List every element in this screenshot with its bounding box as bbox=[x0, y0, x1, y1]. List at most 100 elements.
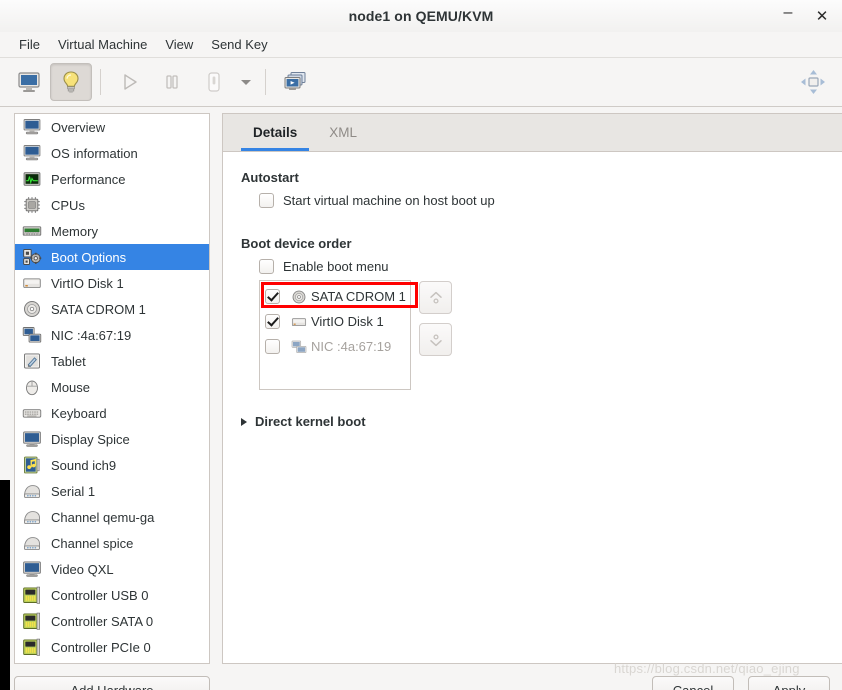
sidebar-item-memory[interactable]: Memory bbox=[15, 218, 209, 244]
show-details-button[interactable] bbox=[50, 63, 92, 101]
sidebar-item-nic-4a-67-19[interactable]: NIC :4a:67:19 bbox=[15, 322, 209, 348]
display-icon bbox=[22, 429, 44, 449]
boot-device-checkbox[interactable] bbox=[265, 289, 280, 304]
boot-device-label: VirtIO Disk 1 bbox=[311, 314, 384, 329]
show-console-button[interactable] bbox=[8, 63, 50, 101]
sidebar-item-mouse[interactable]: Mouse bbox=[15, 374, 209, 400]
sidebar-item-label: CPUs bbox=[51, 197, 85, 213]
sidebar-item-overview[interactable]: Overview bbox=[15, 114, 209, 140]
sidebar-item-label: VirtIO Disk 1 bbox=[51, 275, 124, 291]
sidebar-item-label: Sound ich9 bbox=[51, 457, 117, 473]
close-button[interactable]: ✕ bbox=[808, 3, 836, 29]
menubar: File Virtual Machine View Send Key bbox=[0, 32, 842, 58]
titlebar: node1 on QEMU/KVM – ✕ bbox=[0, 0, 842, 33]
direct-kernel-boot-expander[interactable]: Direct kernel boot bbox=[241, 414, 824, 429]
autostart-checkbox-row[interactable]: Start virtual machine on host boot up bbox=[259, 193, 824, 208]
autostart-checkbox-label: Start virtual machine on host boot up bbox=[283, 193, 495, 208]
menu-virtual-machine[interactable]: Virtual Machine bbox=[49, 34, 156, 55]
sidebar-item-channel-qemu-ga[interactable]: Channel qemu-ga bbox=[15, 504, 209, 530]
mouse-icon bbox=[22, 377, 44, 397]
toolbar bbox=[0, 58, 842, 107]
sidebar-item-keyboard[interactable]: Keyboard bbox=[15, 400, 209, 426]
add-hardware-button[interactable]: Add Hardware bbox=[14, 676, 210, 690]
autostart-checkbox[interactable] bbox=[259, 193, 274, 208]
sidebar-item-sata-cdrom-1[interactable]: SATA CDROM 1 bbox=[15, 296, 209, 322]
tab-xml[interactable]: XML bbox=[313, 114, 373, 151]
boot-device-list[interactable]: SATA CDROM 1 VirtIO Disk 1 NIC :4a:67:19 bbox=[259, 280, 418, 390]
window-controls: – ✕ bbox=[774, 0, 836, 32]
menu-view[interactable]: View bbox=[156, 34, 202, 55]
sound-icon bbox=[22, 455, 44, 475]
sidebar-item-serial-1[interactable]: Serial 1 bbox=[15, 478, 209, 504]
serial-icon bbox=[22, 481, 44, 501]
boot-device-row[interactable]: SATA CDROM 1 bbox=[260, 284, 410, 309]
sidebar-item-label: Serial 1 bbox=[51, 483, 96, 499]
power-icon bbox=[204, 71, 224, 93]
keyboard-icon bbox=[22, 403, 44, 423]
sidebar-item-virtio-disk-1[interactable]: VirtIO Disk 1 bbox=[15, 270, 209, 296]
controller-icon bbox=[22, 637, 44, 657]
sidebar-item-os-information[interactable]: OS information bbox=[15, 140, 209, 166]
sidebar-item-video-qxl[interactable]: Video QXL bbox=[15, 556, 209, 582]
tab-strip: Details XML bbox=[223, 114, 842, 152]
sidebar-item-cpus[interactable]: CPUs bbox=[15, 192, 209, 218]
sidebar-item-label: OS information bbox=[51, 145, 138, 161]
controller-icon bbox=[22, 611, 44, 631]
sidebar-item-label: Channel qemu-ga bbox=[51, 509, 155, 525]
shutdown-menu-button[interactable] bbox=[235, 64, 257, 100]
sidebar-item-channel-spice[interactable]: Channel spice bbox=[15, 530, 209, 556]
sidebar-item-performance[interactable]: Performance bbox=[15, 166, 209, 192]
boot-device-label: SATA CDROM 1 bbox=[311, 289, 406, 304]
boot-device-label: NIC :4a:67:19 bbox=[311, 339, 392, 354]
menu-file[interactable]: File bbox=[10, 34, 49, 55]
add-hardware-label: Add Hardware bbox=[70, 682, 154, 690]
fullscreen-button[interactable] bbox=[792, 63, 834, 101]
minimize-button[interactable]: – bbox=[774, 0, 802, 33]
boot-device-checkbox[interactable] bbox=[265, 339, 280, 354]
sidebar-item-label: NIC :4a:67:19 bbox=[51, 327, 132, 343]
apply-label: Apply bbox=[772, 682, 806, 690]
sidebar-item-label: Display Spice bbox=[51, 431, 130, 447]
computer-icon bbox=[22, 143, 44, 163]
tab-details[interactable]: Details bbox=[237, 114, 313, 151]
boot-device-row[interactable]: VirtIO Disk 1 bbox=[260, 309, 410, 334]
shutdown-button[interactable] bbox=[193, 63, 235, 101]
apply-button[interactable]: Apply bbox=[748, 676, 830, 690]
sidebar-item-controller-sata-0[interactable]: Controller SATA 0 bbox=[15, 608, 209, 634]
pause-button[interactable] bbox=[151, 63, 193, 101]
chevron-down-double-icon bbox=[427, 331, 445, 349]
sidebar-item-label: SATA CDROM 1 bbox=[51, 301, 146, 317]
sidebar-item-controller-pcie-0[interactable]: Controller PCIe 0 bbox=[15, 634, 209, 660]
move-device-down-button[interactable] bbox=[419, 323, 452, 356]
run-button[interactable] bbox=[109, 63, 151, 101]
network-icon bbox=[22, 325, 44, 345]
move-device-up-button[interactable] bbox=[419, 281, 452, 314]
sidebar-item-boot-options[interactable]: Boot Options bbox=[15, 244, 209, 270]
play-icon bbox=[120, 72, 140, 92]
details-panel: Details XML Autostart Start virtual mach… bbox=[222, 113, 842, 664]
tab-xml-label: XML bbox=[329, 125, 358, 140]
boot-device-checkbox[interactable] bbox=[265, 314, 280, 329]
sidebar-item-label: Controller USB 0 bbox=[51, 587, 149, 603]
hardware-list[interactable]: Overview OS information Performance CPUs Mem… bbox=[14, 113, 210, 664]
menu-send-key[interactable]: Send Key bbox=[202, 34, 276, 55]
snapshots-button[interactable] bbox=[274, 63, 316, 101]
toolbar-separator-1 bbox=[100, 69, 101, 95]
sidebar-item-label: Tablet bbox=[51, 353, 86, 369]
direct-kernel-boot-label: Direct kernel boot bbox=[255, 414, 366, 429]
lightbulb-icon bbox=[60, 70, 82, 94]
cancel-button[interactable]: Cancel bbox=[652, 676, 734, 690]
boot-device-row[interactable]: NIC :4a:67:19 bbox=[260, 334, 410, 359]
sidebar-item-display-spice[interactable]: Display Spice bbox=[15, 426, 209, 452]
enable-boot-menu-row[interactable]: Enable boot menu bbox=[259, 259, 824, 274]
sidebar-item-sound-ich9[interactable]: Sound ich9 bbox=[15, 452, 209, 478]
sidebar-item-controller-usb-0[interactable]: Controller USB 0 bbox=[15, 582, 209, 608]
sidebar-item-label: Boot Options bbox=[51, 249, 127, 265]
sidebar-item-label: Controller SATA 0 bbox=[51, 613, 154, 629]
enable-boot-menu-checkbox[interactable] bbox=[259, 259, 274, 274]
controller-icon bbox=[22, 585, 44, 605]
sidebar-item-tablet[interactable]: Tablet bbox=[15, 348, 209, 374]
toolbar-separator-2 bbox=[265, 69, 266, 95]
boot-order-section-title: Boot device order bbox=[241, 236, 352, 251]
